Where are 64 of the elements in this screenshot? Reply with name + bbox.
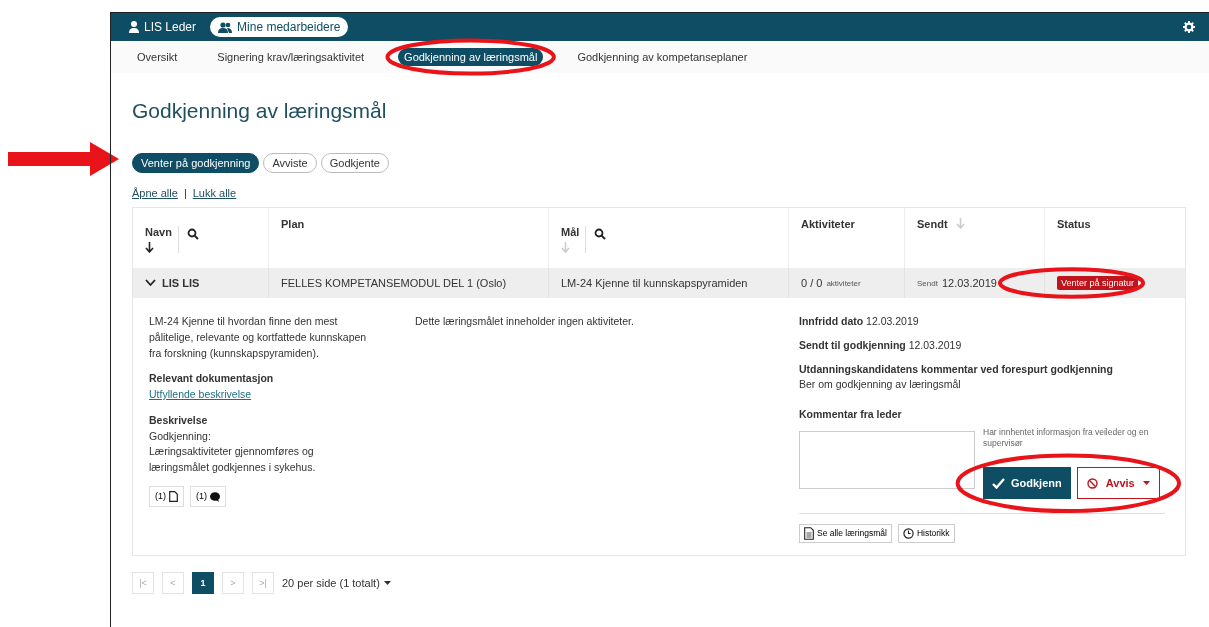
speech-bubble-icon xyxy=(210,491,220,502)
caret-icon[interactable] xyxy=(383,581,391,586)
document-attachment-button[interactable]: (1) xyxy=(149,485,184,508)
comment-field[interactable] xyxy=(799,430,975,489)
status-badge: Venter på signatur xyxy=(1057,276,1139,290)
field-label: Kommentar fra leder xyxy=(799,407,903,422)
candidate-comment: Ber om godkjenning av læringsmål xyxy=(799,377,962,393)
section-heading: Beskrivelse xyxy=(149,412,209,428)
filter-tab[interactable]: Venter på godkjenning xyxy=(132,153,260,173)
filter-tab[interactable]: Avviste xyxy=(263,153,317,173)
prohibited-icon xyxy=(1086,477,1098,489)
activities-text: Dette læringsmålet inneholder ingen aktiviteter. xyxy=(415,314,635,329)
page-summary[interactable]: 20 per side (1 totalt) xyxy=(282,577,380,590)
all-goals-button[interactable]: Se alle læringsmål xyxy=(799,524,892,544)
column-header: Status xyxy=(1057,218,1091,230)
expand-all-link[interactable]: Åpne alle xyxy=(132,187,178,199)
reject-button[interactable]: Avvis xyxy=(1076,466,1160,500)
collapse-all-link[interactable]: Lukk alle xyxy=(192,187,237,199)
fact-line: Innfridd dato 12.03.2019 xyxy=(799,314,920,329)
page-title: Godkjenning av læringsmål xyxy=(132,99,388,123)
section-heading: Utdanningskandidatens kommentar ved forespurt godkjenning xyxy=(799,361,1114,377)
column-header: Aktiviteter xyxy=(801,218,855,230)
people-icon xyxy=(218,21,233,33)
link-separator: | xyxy=(183,187,187,199)
goal-description: LM-24 Kjenne til hvordan finne den mest pålitelige, relevante og kortfattede kunnskapen fra forskning (kunnskapspyramiden). xyxy=(149,314,368,361)
person-icon xyxy=(129,21,139,33)
column-header: Plan xyxy=(281,218,305,230)
team-button[interactable]: Mine medarbeidere xyxy=(210,17,349,37)
sent-label: Sendt xyxy=(917,278,938,288)
column-header[interactable]: Sendt xyxy=(917,218,948,230)
activity-count: 0 / 0 xyxy=(801,277,823,289)
approve-button[interactable]: Godkjenn xyxy=(983,466,1071,500)
document-icon xyxy=(169,491,178,502)
nav-tab[interactable]: Oversikt xyxy=(131,48,184,66)
document-icon xyxy=(804,527,814,541)
user-name: LIS Leder xyxy=(144,20,197,34)
comment-attachment-button[interactable]: (1) xyxy=(190,485,226,508)
filter-tab[interactable]: Godkjente xyxy=(320,153,389,173)
nav-tab[interactable]: Godkjenning av kompetanseplaner xyxy=(571,48,754,66)
chevron-icon[interactable] xyxy=(145,279,156,287)
fact-line: Sendt til godkjenning 12.03.2019 xyxy=(799,337,963,353)
search-icon[interactable] xyxy=(186,228,199,240)
document-link[interactable]: Utfyllende beskrivelse xyxy=(149,388,252,400)
clock-icon xyxy=(902,528,914,540)
table-cell: LM-24 Kjenne til kunnskapspyramiden xyxy=(549,268,789,298)
settings-icon[interactable] xyxy=(1183,21,1195,33)
section-heading: Relevant dokumentasjon xyxy=(149,371,275,387)
search-icon[interactable] xyxy=(594,228,607,240)
sent-date: 12.03.2019 xyxy=(941,277,997,289)
nav-tab[interactable]: Signering krav/læringsaktivitet xyxy=(211,48,371,66)
activity-unit: aktiviteter xyxy=(826,278,861,288)
history-button[interactable]: Historikk xyxy=(897,524,955,544)
description-text: Godkjenning: xyxy=(149,428,212,444)
column-header[interactable]: Navn xyxy=(145,226,172,238)
hint-text: Har innhentet informasjon fra veileder og en supervisør xyxy=(983,426,1150,449)
sort-arrow-icon[interactable] xyxy=(145,242,154,253)
row-name: LIS LIS xyxy=(162,277,200,289)
table-cell: FELLES KOMPETANSEMODUL DEL 1 (Oslo) xyxy=(269,268,549,298)
column-header[interactable]: Mål xyxy=(561,226,580,238)
description-text: Læringsaktiviteter gjennomføres og læringsmålet godkjennes i sykehus. xyxy=(149,444,317,475)
checkmark-icon xyxy=(992,477,1005,489)
caret-icon xyxy=(1142,481,1150,486)
page-button[interactable]: 1 xyxy=(192,572,214,595)
nav-tab[interactable]: Godkjenning av læringsmål xyxy=(398,48,544,66)
